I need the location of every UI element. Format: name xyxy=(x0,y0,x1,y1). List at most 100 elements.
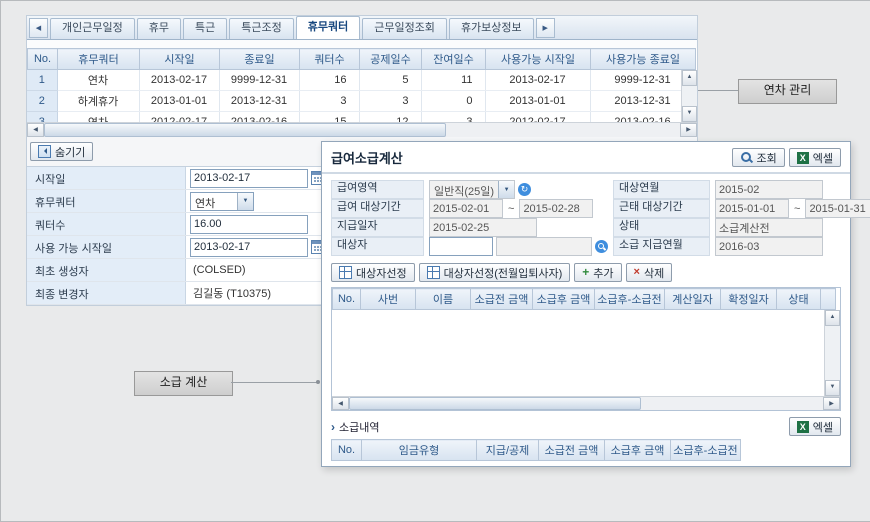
scroll-up-icon[interactable]: ▲ xyxy=(682,70,697,86)
scroll-right-icon[interactable]: ▶ xyxy=(680,123,697,137)
callout-line-endpoint xyxy=(316,380,320,384)
inquiry-button[interactable]: 조회 xyxy=(732,148,785,167)
select-targets-prev-month-button[interactable]: 대상자선정(전월입퇴사자) xyxy=(419,263,571,282)
attendance-period-to-input xyxy=(805,199,870,218)
column-header-before-amount: 소급전 금액 xyxy=(539,440,605,461)
payroll-button-row: 대상자선정 대상자선정(전월입퇴사자) + 추가 × 삭제 xyxy=(331,263,841,282)
result-grid-body: ▲ ▼ xyxy=(332,310,840,396)
target-person-label: 대상자 xyxy=(331,237,424,256)
column-header-after-amount: 소급후 금액 xyxy=(605,440,671,461)
column-header-before-amount: 소급전 금액 xyxy=(471,289,533,310)
delete-icon: × xyxy=(634,267,640,278)
column-header-name: 이름 xyxy=(416,289,471,310)
tab-personal-schedule[interactable]: 개인근무일정 xyxy=(50,18,135,39)
scroll-up-icon[interactable]: ▲ xyxy=(825,310,840,326)
column-header-start-date: 시작일 xyxy=(140,49,220,70)
leave-quota-grid-body: 1 연차 2013-02-17 9999-12-31 16 5 11 2013-… xyxy=(27,70,697,122)
target-person-name-input xyxy=(496,237,592,256)
plus-icon: + xyxy=(582,267,589,278)
payroll-header: 급여소급계산 조회 X 엑셀 xyxy=(322,142,850,174)
detail-section-title: 소급내역 xyxy=(339,419,379,435)
start-date-input[interactable] xyxy=(190,169,308,188)
target-person-code-input[interactable] xyxy=(429,237,493,256)
detail-excel-button[interactable]: X 엑셀 xyxy=(789,417,841,436)
column-header-quota-count: 쿼터수 xyxy=(300,49,360,70)
tab-scroll-right-button[interactable]: ▶ xyxy=(536,18,555,38)
column-header-emp-no: 사번 xyxy=(361,289,416,310)
vertical-scrollbar[interactable]: ▲ ▼ xyxy=(681,70,697,122)
callout-line-retro xyxy=(231,382,317,383)
salary-period-label: 급여 대상기간 xyxy=(331,199,424,218)
scroll-right-icon[interactable]: ▶ xyxy=(823,397,840,410)
callout-line-annual xyxy=(698,90,738,91)
column-header-no: No. xyxy=(332,440,362,461)
tab-vacation-compensation[interactable]: 휴가보상정보 xyxy=(449,18,534,39)
retro-month-label: 소급 지급연월 xyxy=(613,237,710,256)
target-month-input xyxy=(715,180,823,199)
salary-period-from-input xyxy=(429,199,503,218)
column-header-wage-type: 임금유형 xyxy=(362,440,477,461)
tab-overtime[interactable]: 특근 xyxy=(183,18,227,39)
hide-icon xyxy=(38,145,51,158)
search-icon xyxy=(740,151,753,164)
column-header-no: No. xyxy=(28,49,58,70)
retro-detail-section-header[interactable]: › 소급내역 X 엑셀 xyxy=(331,417,841,436)
horizontal-scrollbar[interactable]: ◀ ▶ xyxy=(27,122,697,137)
pay-form-row-4: 대상자 소급 지급연월 xyxy=(331,238,841,255)
column-header-no: No. xyxy=(333,289,361,310)
horizontal-scrollbar[interactable]: ◀ ▶ xyxy=(332,396,840,410)
vertical-scrollbar[interactable]: ▲ ▼ xyxy=(824,310,840,396)
quota-count-input[interactable] xyxy=(190,215,308,234)
start-date-label: 시작일 xyxy=(27,167,186,189)
target-month-label: 대상연월 xyxy=(613,180,710,199)
add-button[interactable]: + 추가 xyxy=(574,263,621,282)
pay-date-label: 지급일자 xyxy=(331,218,424,237)
delete-row-button[interactable]: × 삭제 xyxy=(626,263,673,282)
scroll-left-icon[interactable]: ◀ xyxy=(332,397,349,410)
creator-label: 최초 생성자 xyxy=(27,259,186,281)
quota-row-1[interactable]: 1 연차 2013-02-17 9999-12-31 16 5 11 2013-… xyxy=(27,70,695,91)
excel-button[interactable]: X 엑셀 xyxy=(789,148,841,167)
quota-row-3[interactable]: 3 연차 2012-02-17 2013-02-16 15 12 3 2012-… xyxy=(27,112,695,123)
modifier-label: 최종 변경자 xyxy=(27,282,186,304)
creator-value: (COLSED) xyxy=(190,264,246,276)
chevron-down-icon: ▼ xyxy=(237,193,253,210)
person-lookup-icon[interactable] xyxy=(595,240,608,253)
column-header-quota-type: 휴무쿼터 xyxy=(58,49,140,70)
scroll-left-icon[interactable]: ◀ xyxy=(27,123,44,137)
column-header-usable-start: 사용가능 시작일 xyxy=(486,49,591,70)
attendance-period-label: 근태 대상기간 xyxy=(613,199,710,218)
retro-result-grid: No. 사번 이름 소급전 금액 소급후 금액 소급후-소급전 계산일자 확정일… xyxy=(331,287,841,411)
scroll-down-icon[interactable]: ▼ xyxy=(682,106,697,122)
select-targets-button[interactable]: 대상자선정 xyxy=(331,263,415,282)
quota-row-2[interactable]: 2 하계휴가 2013-01-01 2013-12-31 3 3 0 2013-… xyxy=(27,91,695,112)
callout-retro-calc: 소급 계산 xyxy=(134,371,233,396)
page-title: 급여소급계산 xyxy=(331,148,403,167)
column-header-diff: 소급후-소급전 xyxy=(671,440,741,461)
scroll-down-icon[interactable]: ▼ xyxy=(825,380,840,396)
tab-schedule-inquiry[interactable]: 근무일정조회 xyxy=(362,18,447,39)
column-header-end-date: 종료일 xyxy=(220,49,300,70)
tab-scroll-left-button[interactable]: ◀ xyxy=(29,18,48,38)
usable-start-input[interactable] xyxy=(190,238,308,257)
refresh-icon[interactable]: ↻ xyxy=(518,183,531,196)
column-header-after-amount: 소급후 금액 xyxy=(533,289,595,310)
status-label: 상태 xyxy=(613,218,710,237)
target-grid-icon xyxy=(339,266,352,279)
tab-bar: ◀ 개인근무일정 휴무 특근 특근조정 휴무쿼터 근무일정조회 휴가보상정보 ▶ xyxy=(27,16,697,40)
tab-overtime-adjust[interactable]: 특근조정 xyxy=(229,18,293,39)
scrollbar-thumb[interactable] xyxy=(349,397,641,410)
column-header-status: 상태 xyxy=(777,289,821,310)
column-header-usable-end: 사용가능 종료일 xyxy=(591,49,696,70)
column-header-pay-deduct: 지급/공제 xyxy=(477,440,539,461)
scrollbar-thumb[interactable] xyxy=(44,123,446,137)
screenshot-stage: ◀ 개인근무일정 휴무 특근 특근조정 휴무쿼터 근무일정조회 휴가보상정보 ▶… xyxy=(0,0,870,522)
quota-type-select[interactable]: 연차 ▼ xyxy=(190,192,254,211)
tab-leave-quota[interactable]: 휴무쿼터 xyxy=(296,16,360,39)
tab-dayoff[interactable]: 휴무 xyxy=(137,18,181,39)
salary-area-label: 급여영역 xyxy=(331,180,424,199)
target-grid-icon xyxy=(427,266,440,279)
chevron-left-icon: ◀ xyxy=(36,24,41,32)
hide-button[interactable]: 숨기기 xyxy=(30,142,93,161)
quota-count-label: 쿼터수 xyxy=(27,213,186,235)
